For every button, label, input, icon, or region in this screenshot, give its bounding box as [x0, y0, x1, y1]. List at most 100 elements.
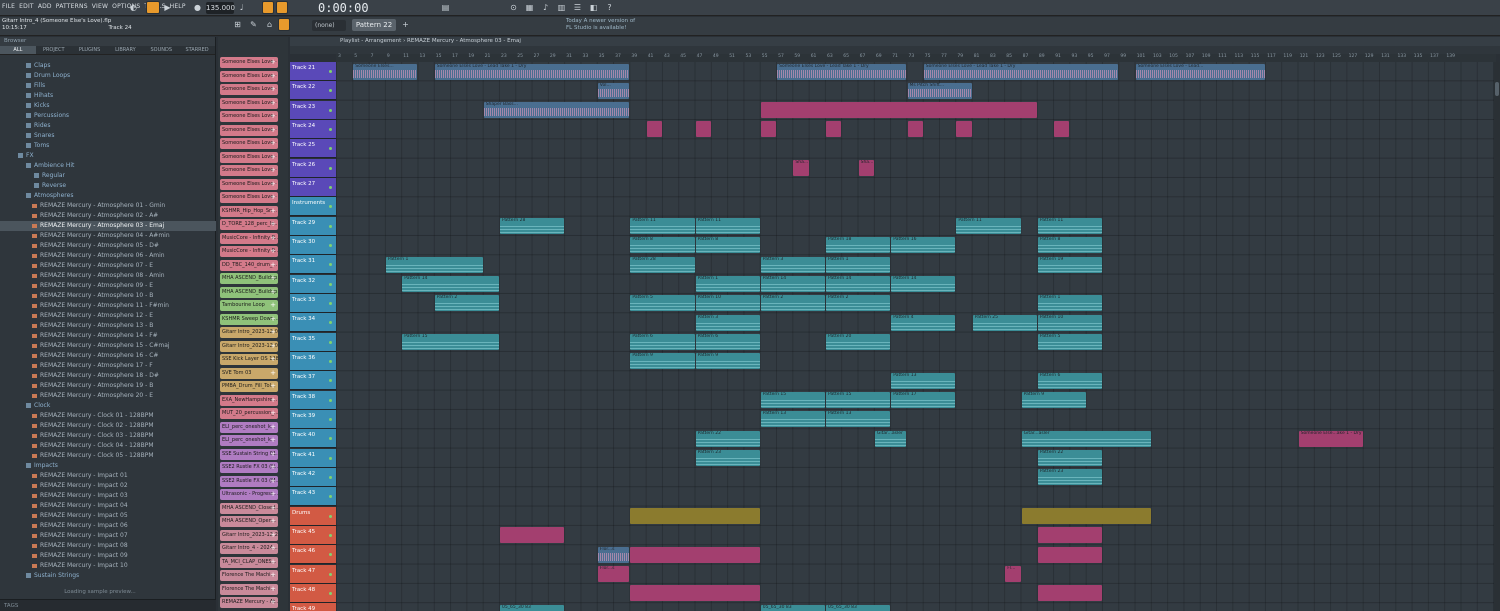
- browser-file[interactable]: REMAZE Mercury - Atmosphere 16 - C#: [0, 351, 216, 361]
- channel-button[interactable]: Someone Elses Love - +: [220, 57, 278, 68]
- browser-file[interactable]: REMAZE Mercury - Atmosphere 18 - D#: [0, 371, 216, 381]
- news-panel[interactable]: Today A newer version of FL Studio is av…: [566, 18, 635, 32]
- playlist-clip[interactable]: Gitar...asler: [874, 430, 907, 447]
- browser-file[interactable]: REMAZE Mercury - Atmosphere 14 - F#: [0, 331, 216, 341]
- pattern-song-toggle[interactable]: [146, 1, 160, 14]
- browser-file[interactable]: REMAZE Mercury - Atmosphere 12 - E: [0, 311, 216, 321]
- browser-folder[interactable]: Regular: [0, 171, 216, 181]
- browser-file[interactable]: REMAZE Mercury - Atmosphere 10 - B: [0, 291, 216, 301]
- playlist-clip[interactable]: Pattern 2: [760, 295, 825, 312]
- playlist-clip[interactable]: [1037, 527, 1103, 544]
- channel-button[interactable]: Ultrasonic - Progress... +: [220, 489, 278, 500]
- channel-button[interactable]: Someone Elses Love - +: [220, 97, 278, 109]
- channel-button[interactable]: REMAZE Mercury - At... +: [220, 597, 278, 608]
- browser-file[interactable]: REMAZE Mercury - Impact 07: [0, 531, 216, 541]
- playlist-clip[interactable]: Pattern 6: [630, 334, 695, 351]
- track-led-icon[interactable]: [329, 398, 332, 402]
- browser-folder[interactable]: Fills: [0, 81, 216, 91]
- track-header[interactable]: Track 42: [290, 467, 336, 487]
- track-header[interactable]: Track 27: [290, 177, 336, 197]
- playlist-clip[interactable]: Pattern 15: [826, 392, 891, 409]
- timeline-ruler[interactable]: 3 5 7 9 11 13 15 17 19 21 23 25 27 29 31 33 35 37 39 41 43 45…: [336, 54, 1496, 62]
- track-led-icon[interactable]: [329, 553, 332, 557]
- playlist-clip[interactable]: Pattern 8: [695, 237, 760, 254]
- playlist-clip[interactable]: 05_65_30 83: [500, 604, 565, 611]
- playlist-clip[interactable]: Pattern 1: [826, 256, 891, 273]
- track-header[interactable]: Track 24: [290, 119, 336, 139]
- browser-file[interactable]: REMAZE Mercury - Atmosphere 09 - E: [0, 281, 216, 291]
- playlist-clip[interactable]: Pattern 23: [1037, 469, 1103, 486]
- track-led-icon[interactable]: [329, 321, 332, 325]
- scroll-thumb[interactable]: [1495, 82, 1499, 96]
- channel-rack-icon[interactable]: ☰: [572, 2, 583, 13]
- add-icon[interactable]: +: [270, 246, 276, 257]
- add-icon[interactable]: +: [270, 84, 276, 95]
- track-header[interactable]: Track 21: [290, 62, 336, 81]
- browser-folder[interactable]: Toms: [0, 141, 216, 151]
- add-pattern-icon[interactable]: +: [400, 19, 411, 30]
- track-header[interactable]: Track 37: [290, 371, 336, 391]
- browser-folder[interactable]: Impacts: [0, 461, 216, 471]
- track-header[interactable]: Track 33: [290, 293, 336, 313]
- playlist-clip[interactable]: Someone Elses...: [353, 63, 418, 80]
- channel-button[interactable]: Someone Elses Love - +: [220, 178, 278, 190]
- playlist-clip[interactable]: [500, 527, 565, 544]
- browser-file[interactable]: REMAZE Mercury - Clock 01 - 128BPM: [0, 411, 216, 421]
- playlist-clip[interactable]: Pattern 5: [1037, 334, 1103, 351]
- channel-button[interactable]: Tambourine Loop +: [220, 300, 278, 311]
- browser-file[interactable]: REMAZE Mercury - Atmosphere 13 - B: [0, 321, 216, 331]
- browser-folder[interactable]: Claps: [0, 61, 216, 71]
- browser-tab-starred[interactable]: STARRED: [179, 46, 215, 54]
- browser-folder[interactable]: Clock: [0, 401, 216, 411]
- playlist-clip[interactable]: Vol...: [597, 82, 630, 99]
- track-header[interactable]: Track 32: [290, 274, 336, 294]
- playlist-clip[interactable]: Pattern 11: [695, 218, 760, 235]
- track-led-icon[interactable]: [329, 205, 332, 209]
- playlist-clip[interactable]: Pattern 18: [826, 237, 891, 254]
- browser-tab-all[interactable]: ALL: [0, 46, 36, 54]
- track-led-icon[interactable]: [329, 514, 332, 518]
- track-led-icon[interactable]: [329, 166, 332, 170]
- browser-file[interactable]: REMAZE Mercury - Clock 02 - 128BPM: [0, 421, 216, 431]
- playlist-clip[interactable]: Pattern 17: [891, 392, 956, 409]
- playlist-clip[interactable]: Pattern 4: [891, 314, 956, 331]
- help-icon[interactable]: ?: [604, 2, 615, 13]
- channel-button[interactable]: Someone Elses Love - +: [220, 124, 278, 136]
- channel-button[interactable]: DD_TBC_140_drum_... +: [220, 259, 278, 271]
- track-led-icon[interactable]: [329, 495, 332, 499]
- track-led-icon[interactable]: [329, 243, 332, 247]
- track-header[interactable]: Track 22: [290, 81, 336, 101]
- play-icon[interactable]: ▶: [162, 2, 173, 13]
- playlist-clip[interactable]: Pattern 22: [1037, 450, 1103, 467]
- draw-tool-toggle[interactable]: [278, 18, 290, 31]
- track-led-icon[interactable]: [329, 591, 332, 595]
- tags-bar[interactable]: TAGS: [0, 599, 216, 611]
- add-icon[interactable]: +: [270, 449, 276, 460]
- browser-folder[interactable]: Reverse: [0, 181, 216, 191]
- browser-folder[interactable]: Rides: [0, 121, 216, 131]
- browser-file[interactable]: REMAZE Mercury - Impact 03: [0, 491, 216, 501]
- browser-file[interactable]: REMAZE Mercury - Impact 04: [0, 501, 216, 511]
- add-icon[interactable]: +: [270, 98, 276, 109]
- channel-button[interactable]: D_TORE_128_perc_lo... +: [220, 219, 278, 230]
- add-icon[interactable]: +: [270, 354, 276, 365]
- track-header[interactable]: Track 36: [290, 351, 336, 371]
- browser-folder[interactable]: Kicks: [0, 101, 216, 111]
- browser-tab-sounds[interactable]: SOUNDS: [143, 46, 179, 54]
- playlist-clip[interactable]: Pattern 8: [1037, 237, 1103, 254]
- playlist-clip[interactable]: Pattern 25: [972, 314, 1037, 331]
- playlist-clip[interactable]: Pattern 28: [630, 256, 695, 273]
- browser-file[interactable]: REMAZE Mercury - Atmosphere 17 - F: [0, 361, 216, 371]
- channel-button[interactable]: Someone Elses Love - +: [220, 192, 278, 203]
- playlist-clip[interactable]: Pattern 22: [695, 430, 760, 447]
- browser-file[interactable]: REMAZE Mercury - Atmosphere 20 - E: [0, 391, 216, 401]
- track-header[interactable]: Track 40: [290, 429, 336, 449]
- track-led-icon[interactable]: [329, 475, 332, 479]
- channel-button[interactable]: Gitarr Intro_4 - 2024... +: [220, 543, 278, 554]
- track-header[interactable]: Track 48: [290, 583, 336, 603]
- playlist-clip[interactable]: Ms Pitch Shift...: [907, 82, 972, 99]
- browser-file[interactable]: REMAZE Mercury - Atmosphere 04 - A#min: [0, 231, 216, 241]
- mixer-icon[interactable]: ▥: [556, 2, 567, 13]
- playlist-clip[interactable]: Pattern 20: [826, 334, 891, 351]
- playlist-clip[interactable]: Pattern 3: [695, 314, 760, 331]
